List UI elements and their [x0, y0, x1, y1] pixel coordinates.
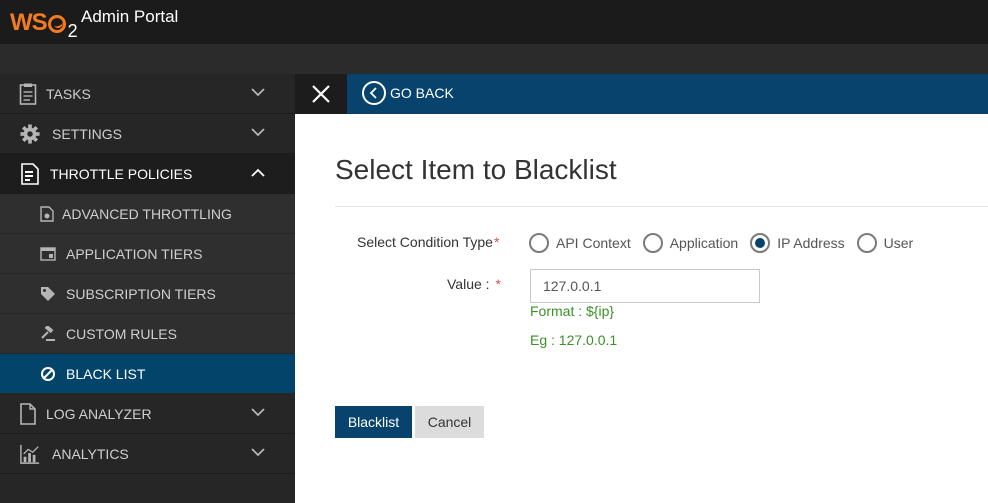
sidebar-item-label: SUBSCRIPTION TIERS — [66, 285, 216, 302]
sidebar-item-label: LOG ANALYZER — [46, 405, 152, 422]
close-icon — [312, 85, 330, 103]
condition-type-radio-group: API Context Application IP Address User — [529, 232, 925, 254]
sidebar-item-subscription-tiers[interactable]: SUBSCRIPTION TIERS — [0, 274, 295, 314]
page-title: Select Item to Blacklist — [335, 154, 617, 185]
top-bar: WS 2 Admin Portal — [0, 0, 988, 44]
sidebar-item-custom-rules[interactable]: CUSTOM RULES — [0, 314, 295, 354]
sidebar-item-label: CUSTOM RULES — [66, 325, 177, 342]
radio-api-context[interactable]: API Context — [529, 233, 631, 253]
cancel-button[interactable]: Cancel — [415, 406, 484, 438]
title-divider — [335, 206, 988, 207]
sidebar-item-label: SETTINGS — [52, 125, 123, 142]
file-icon — [18, 403, 38, 425]
sidebar-item-log-analyzer[interactable]: LOG ANALYZER — [0, 394, 295, 434]
radio-label: Application — [669, 235, 739, 251]
sidebar-item-label: ANALYTICS — [52, 445, 129, 462]
radio-ip-address[interactable]: IP Address — [750, 233, 845, 253]
chevron-down-icon — [251, 448, 265, 457]
sidebar-item-throttle-policies[interactable]: THROTTLE POLICIES — [0, 154, 295, 194]
condition-type-label: Select Condition Type* — [357, 234, 499, 250]
radio-button[interactable] — [529, 233, 549, 253]
sidebar-item-analytics[interactable]: ANALYTICS — [0, 434, 295, 474]
ban-icon — [38, 363, 58, 385]
gear-icon — [20, 123, 40, 145]
radio-button[interactable] — [856, 233, 877, 253]
sidebar-item-settings[interactable]: SETTINGS — [0, 114, 295, 154]
sidebar-item-application-tiers[interactable]: APPLICATION TIERS — [0, 234, 295, 274]
logo-ws-text: WS — [10, 9, 48, 36]
clipboard-icon — [18, 83, 38, 105]
wso2-logo: WS 2 — [10, 4, 78, 41]
sidebar-item-label: APPLICATION TIERS — [66, 245, 203, 262]
go-back-label: GO BACK — [390, 85, 454, 101]
radio-label: IP Address — [777, 235, 845, 251]
radio-dot — [755, 238, 766, 248]
radio-label: User — [883, 235, 914, 251]
advanced-throttle-icon — [37, 203, 57, 225]
sidebar: TASKS SETTINGS THROTTLE POLICIES ADVANCE… — [0, 74, 295, 503]
radio-application[interactable]: Application — [642, 233, 739, 253]
sidebar-item-label: ADVANCED THROTTLING — [62, 205, 232, 222]
radio-user[interactable]: User — [856, 233, 914, 253]
logo-o-mark — [47, 15, 66, 33]
radio-label: API Context — [556, 235, 631, 251]
radio-button-checked[interactable] — [750, 233, 771, 253]
gavel-icon — [38, 323, 58, 345]
radio-button[interactable] — [642, 233, 663, 253]
chevron-up-icon — [251, 168, 265, 177]
window-icon — [38, 243, 58, 265]
value-label-text: Value : — [447, 276, 490, 292]
blacklist-button[interactable]: Blacklist — [335, 406, 412, 438]
chevron-down-icon — [251, 128, 265, 137]
sidebar-item-label: BLACK LIST — [66, 365, 146, 382]
sidebar-item-label: TASKS — [46, 85, 91, 102]
logo-2-text: 2 — [67, 21, 78, 41]
close-button[interactable] — [295, 74, 347, 114]
go-back-button[interactable]: GO BACK — [362, 79, 454, 107]
value-label: Value : * — [447, 276, 501, 292]
chevron-down-icon — [251, 408, 265, 417]
example-hint: Eg : 127.0.0.1 — [530, 332, 618, 348]
format-hint: Format : ${ip} — [530, 303, 615, 319]
required-mark: * — [493, 234, 500, 250]
sidebar-item-label: THROTTLE POLICIES — [50, 165, 193, 182]
condition-type-label-text: Select Condition Type — [357, 234, 493, 250]
sidebar-item-black-list[interactable]: BLACK LIST — [0, 354, 295, 394]
portal-title: Admin Portal — [81, 7, 179, 26]
sub-header-bar — [0, 44, 988, 74]
sidebar-item-advanced-throttling[interactable]: ADVANCED THROTTLING — [0, 194, 295, 234]
sidebar-item-tasks[interactable]: TASKS — [0, 74, 295, 114]
chevron-left-icon — [362, 81, 386, 105]
tag-icon — [38, 283, 58, 305]
bar-chart-icon — [20, 443, 40, 465]
chevron-down-icon — [251, 88, 265, 97]
throttle-document-icon — [20, 163, 40, 185]
required-mark: * — [495, 276, 501, 292]
value-input[interactable] — [530, 269, 760, 303]
